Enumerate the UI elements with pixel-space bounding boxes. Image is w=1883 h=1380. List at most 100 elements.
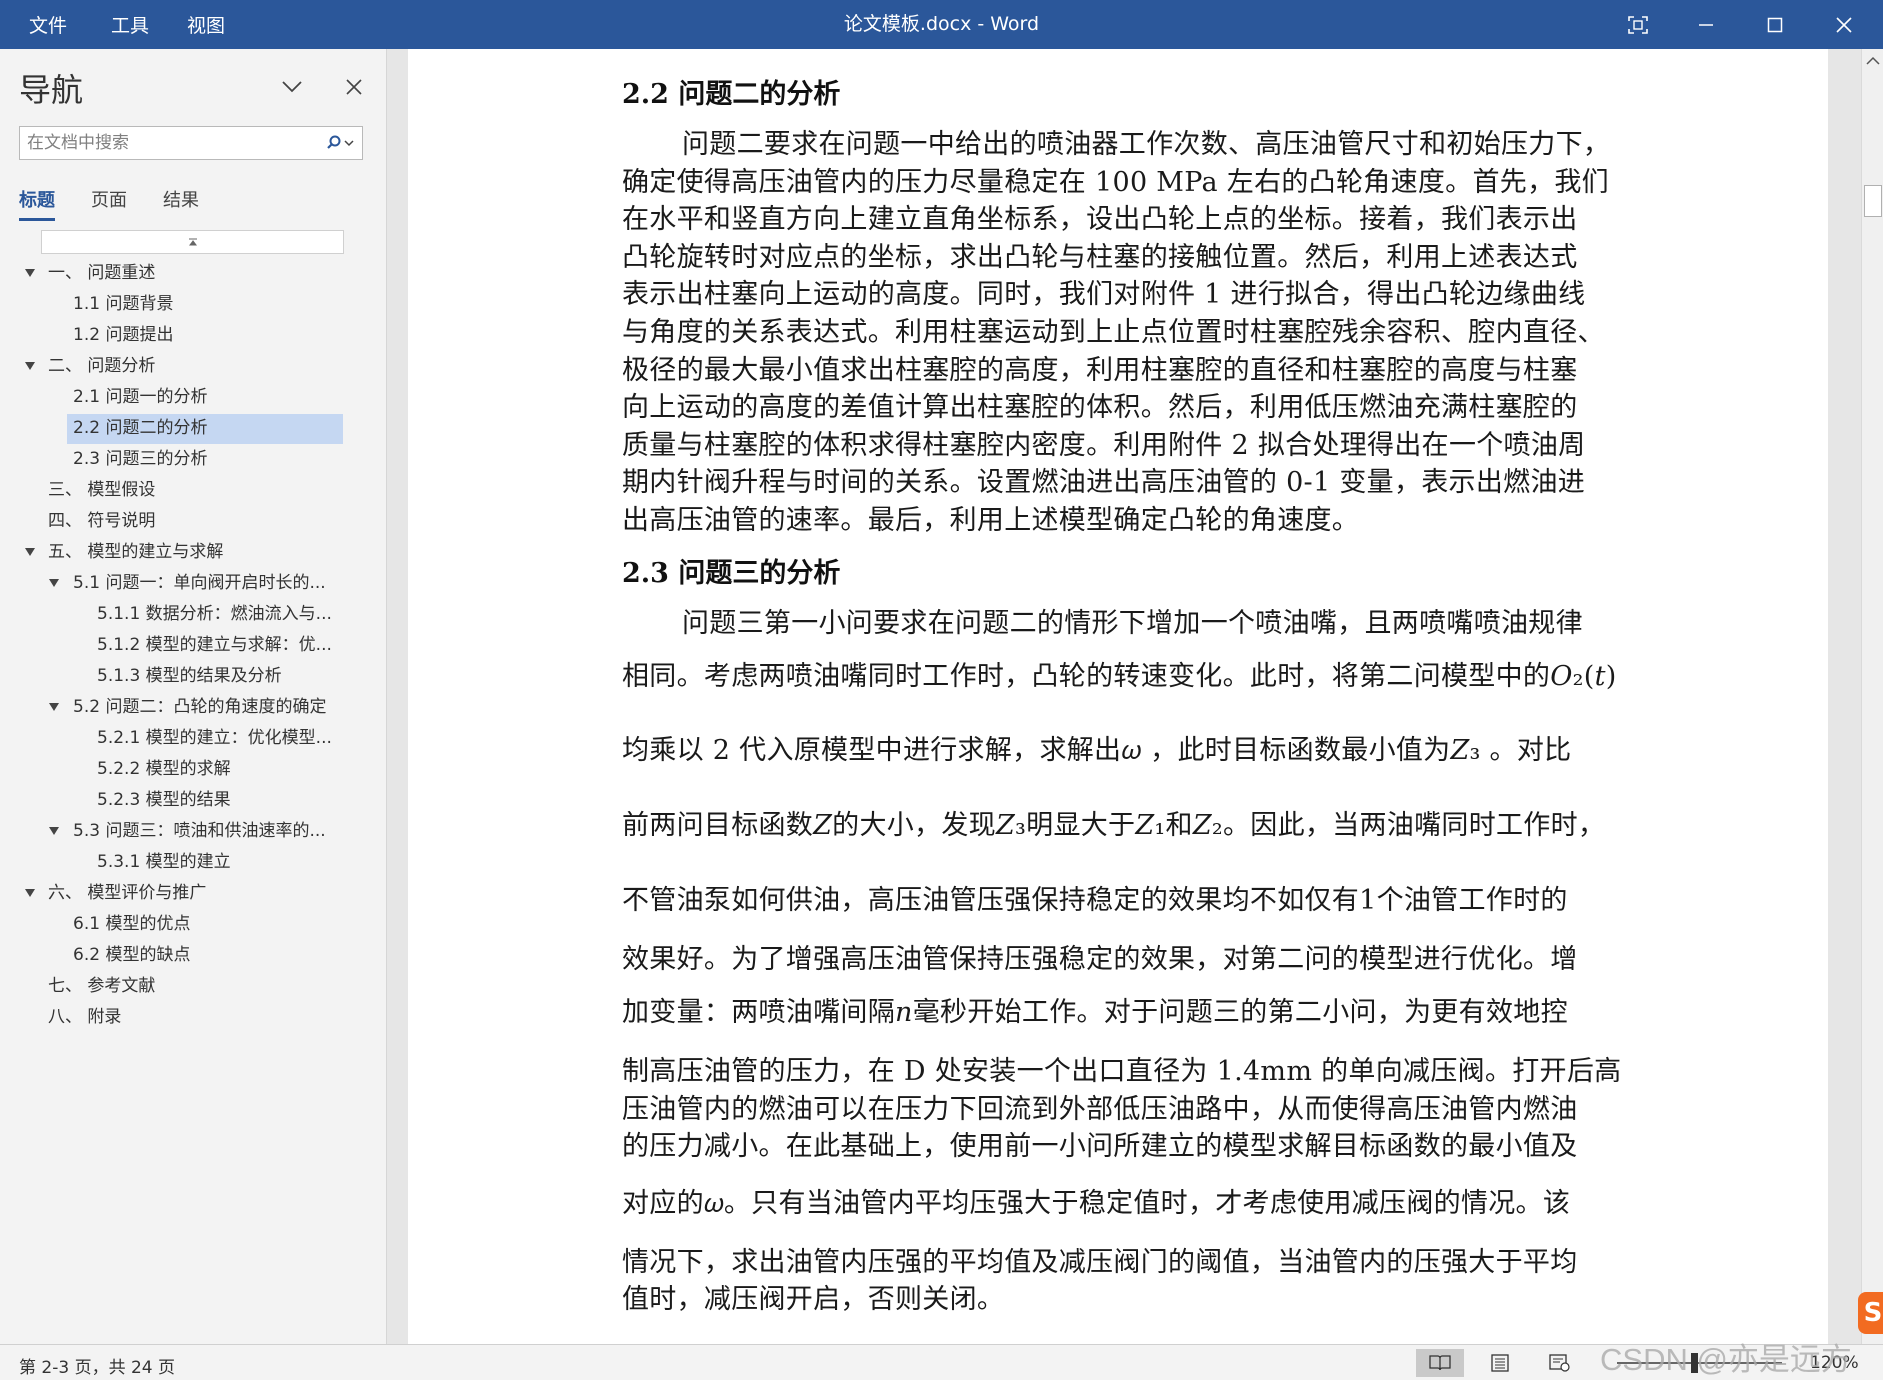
nav-heading-item[interactable]: 5.3.1 模型的建立 <box>0 847 387 878</box>
nav-heading-item[interactable]: 八、 附录 <box>0 1002 387 1033</box>
collapse-caret-icon[interactable] <box>49 579 59 587</box>
focus-mode-button[interactable] <box>1604 0 1672 49</box>
maximize-button[interactable] <box>1741 0 1809 49</box>
scroll-up-button[interactable] <box>41 230 344 254</box>
nav-heading-label: 八、 附录 <box>48 1007 122 1027</box>
nav-heading-item[interactable]: 5.2.1 模型的建立：优化模型... <box>0 723 387 754</box>
collapse-caret-icon[interactable] <box>25 889 35 897</box>
paragraph-line: 确定使得高压油管内的压力尽量稳定在 100 MPa 左右的凸轮角速度。首先，我们 <box>622 166 1609 198</box>
menu-view[interactable]: 视图 <box>187 0 225 49</box>
nav-heading-label: 6.1 模型的优点 <box>73 914 191 934</box>
paragraph-line: 相同。考虑两喷油嘴同时工作时，凸轮的转速变化。此时，将第二问模型中的𝑂₂(𝑡) <box>622 661 1617 692</box>
paragraph-line: 均乘以 2 代入原模型中进行求解，求解出𝜔 ，此时目标函数最小值为𝑍₃ 。对比 <box>622 735 1572 766</box>
paragraph-line: 与角度的关系表达式。利用柱塞运动到上止点位置时柱塞腔残余容积、腔内直径、 <box>622 317 1605 348</box>
nav-heading-label: 6.2 模型的缺点 <box>73 945 191 965</box>
tab-headings[interactable]: 标题 <box>19 186 55 221</box>
nav-heading-item[interactable]: 二、 问题分析 <box>0 351 387 382</box>
watermark: CSDN @亦是远方 <box>1600 1342 1852 1377</box>
nav-heading-item[interactable]: 2.2 问题二的分析 <box>0 413 387 444</box>
nav-heading-label: 2.2 问题二的分析 <box>73 418 208 438</box>
paragraph-line: 极径的最大最小值求出柱塞腔的高度，利用柱塞腔的直径和柱塞腔的高度与柱塞 <box>622 354 1578 386</box>
paragraph-line: 压油管内的燃油可以在压力下回流到外部低压油路中，从而使得高压油管内燃油 <box>622 1094 1578 1125</box>
search-input[interactable] <box>20 127 310 159</box>
focus-mode-icon <box>1628 15 1648 34</box>
nav-options-button[interactable] <box>272 67 312 107</box>
paragraph-line: 情况下，求出油管内压强的平均值及减压阀门的阈值，当油管内的压强大于平均 <box>622 1247 1578 1278</box>
paragraph-line: 效果好。为了增强高压油管保持压强稳定的效果，对第二问的模型进行优化。增 <box>622 944 1578 975</box>
nav-heading-label: 1.1 问题背景 <box>73 294 174 314</box>
nav-heading-label: 5.1.3 模型的结果及分析 <box>97 666 282 686</box>
nav-heading-item[interactable]: 三、 模型假设 <box>0 475 387 506</box>
collapse-caret-icon[interactable] <box>25 548 35 556</box>
nav-heading-item[interactable]: 5.1.1 数据分析：燃油流入与... <box>0 599 387 630</box>
paragraph-line: 值时，减压阀开启，否则关闭。 <box>622 1284 1005 1315</box>
paragraph-line: 质量与柱塞腔的体积求得柱塞腔内密度。利用附件 2 拟合处理得出在一个喷油周 <box>622 429 1586 461</box>
scroll-up-icon <box>188 238 197 246</box>
read-mode-button[interactable] <box>1416 1349 1464 1377</box>
nav-heading-item[interactable]: 5.2.2 模型的求解 <box>0 754 387 785</box>
tab-results[interactable]: 结果 <box>163 186 199 221</box>
nav-close-button[interactable] <box>334 67 374 107</box>
vertical-scrollbar[interactable] <box>1861 49 1883 1344</box>
nav-heading-item[interactable]: 5.2 问题二：凸轮的角速度的确定 <box>0 692 387 723</box>
nav-heading-label: 1.2 问题提出 <box>73 325 174 345</box>
nav-heading-item[interactable]: 5.2.3 模型的结果 <box>0 785 387 816</box>
search-button[interactable] <box>322 131 358 155</box>
nav-heading-item[interactable]: 6.2 模型的缺点 <box>0 940 387 971</box>
paragraph-line: 不管油泵如何供油，高压油管压强保持稳定的效果均不如仅有1个油管工作时的 <box>622 885 1568 916</box>
nav-heading-item[interactable]: 5.1.2 模型的建立与求解：优... <box>0 630 387 661</box>
read-mode-icon <box>1429 1355 1451 1371</box>
collapse-caret-icon[interactable] <box>25 269 35 277</box>
scroll-up-arrow-icon <box>1866 56 1880 65</box>
menu-tools[interactable]: 工具 <box>111 0 149 49</box>
paragraph-line: 表示出柱塞向上运动的高度。同时，我们对附件 1 进行拟合，得出凸轮边缘曲线 <box>622 279 1586 311</box>
nav-heading-label: 5.1.1 数据分析：燃油流入与... <box>97 604 332 624</box>
web-layout-icon <box>1549 1354 1570 1372</box>
nav-heading-item[interactable]: 6.1 模型的优点 <box>0 909 387 940</box>
page-count[interactable]: 第 2-3 页，共 24 页 <box>19 1353 175 1378</box>
nav-heading-item[interactable]: 六、 模型评价与推广 <box>0 878 387 909</box>
nav-heading-item[interactable]: 5.3 问题三：喷油和供油速率的... <box>0 816 387 847</box>
nav-heading-label: 2.3 问题三的分析 <box>73 449 208 469</box>
nav-heading-label: 三、 模型假设 <box>48 480 156 500</box>
navigation-pane: 导航 标题 页面 结果 一、 问题重述 1.1 问题背景 1.2 问题提出二、 问题… <box>0 49 387 1344</box>
close-window-button[interactable] <box>1810 0 1878 49</box>
paragraph-line: 制高压油管的压力，在 D 处安装一个出口直径为 1.4mm 的单向减压阀。打开后… <box>622 1056 1622 1087</box>
scrollbar-thumb[interactable] <box>1864 185 1882 217</box>
print-layout-button[interactable] <box>1476 1349 1524 1377</box>
close-icon <box>1836 16 1852 33</box>
nav-heading-label: 5.2.3 模型的结果 <box>97 790 231 810</box>
section-heading: 2.3 问题三的分析 <box>622 558 841 589</box>
nav-heading-item[interactable]: 四、 符号说明 <box>0 506 387 537</box>
tab-pages[interactable]: 页面 <box>91 186 127 221</box>
nav-heading-item[interactable]: 2.1 问题一的分析 <box>0 382 387 413</box>
nav-heading-item[interactable]: 5.1.3 模型的结果及分析 <box>0 661 387 692</box>
nav-heading-item[interactable]: 七、 参考文献 <box>0 971 387 1002</box>
collapse-caret-icon[interactable] <box>25 362 35 370</box>
web-layout-button[interactable] <box>1536 1349 1584 1377</box>
maximize-icon <box>1767 17 1783 32</box>
nav-heading-item[interactable]: 1.2 问题提出 <box>0 320 387 351</box>
nav-heading-label: 一、 问题重述 <box>48 263 156 283</box>
collapse-caret-icon[interactable] <box>49 827 59 835</box>
paragraph-line: 问题二要求在问题一中给出的喷油器工作次数、高压油管尺寸和初始压力下， <box>682 129 1611 160</box>
nav-heading-label: 5.1.2 模型的建立与求解：优... <box>97 635 332 655</box>
collapse-caret-icon[interactable] <box>49 703 59 711</box>
nav-heading-label: 五、 模型的建立与求解 <box>48 542 224 562</box>
chevron-down-icon <box>282 81 302 93</box>
window-title: 论文模板.docx - Word <box>843 13 1040 35</box>
nav-heading-label: 5.3 问题三：喷油和供油速率的... <box>73 821 326 841</box>
nav-heading-item[interactable]: 1.1 问题背景 <box>0 289 387 320</box>
paragraph-line: 期内针阀升程与时间的关系。设置燃油进出高压油管的 0-1 变量，表示出燃油进 <box>622 467 1586 499</box>
minimize-button[interactable] <box>1672 0 1740 49</box>
nav-heading-item[interactable]: 五、 模型的建立与求解 <box>0 537 387 568</box>
nav-search-box <box>19 126 363 160</box>
paragraph-line: 对应的𝜔。只有当油管内平均压强大于稳定值时，才考虑使用减压阀的情况。该 <box>622 1188 1571 1219</box>
close-icon <box>346 79 362 95</box>
nav-heading-item[interactable]: 2.3 问题三的分析 <box>0 444 387 475</box>
print-layout-icon <box>1491 1354 1509 1372</box>
section-heading: 2.2 问题二的分析 <box>622 79 841 110</box>
nav-heading-item[interactable]: 5.1 问题一：单向阀开启时长的... <box>0 568 387 599</box>
menu-file[interactable]: 文件 <box>29 0 67 49</box>
nav-heading-item[interactable]: 一、 问题重述 <box>0 258 387 289</box>
